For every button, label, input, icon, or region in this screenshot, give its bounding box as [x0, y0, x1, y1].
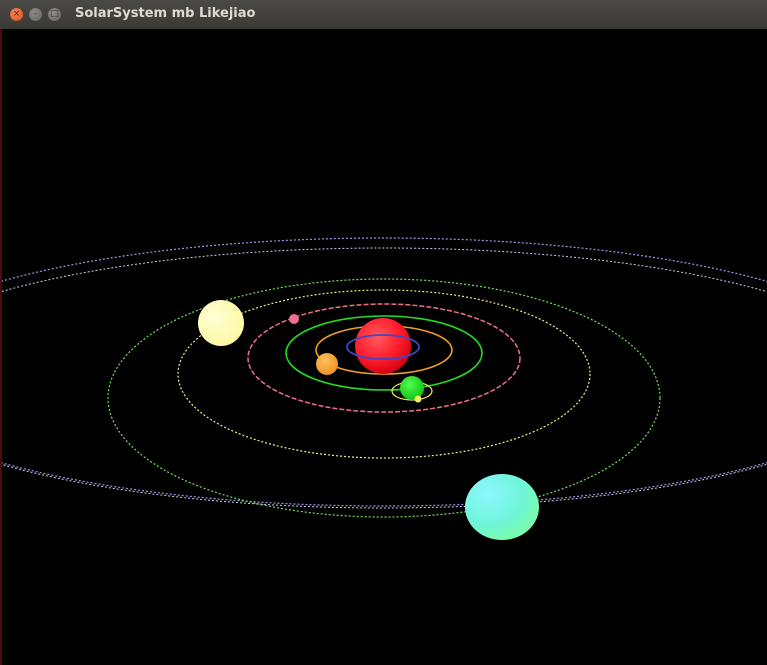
close-window-button[interactable]: × [10, 8, 23, 21]
maximize-window-button[interactable]: □ [48, 8, 61, 21]
planet-pink [289, 314, 299, 324]
sun [355, 318, 411, 374]
planet-cyan [465, 474, 539, 540]
planet-orange [316, 353, 338, 375]
planet-pale-yellow [198, 300, 244, 346]
moon [414, 395, 422, 403]
window-titlebar[interactable]: × – □ SolarSystem mb Likejiao [0, 0, 767, 30]
minimize-window-button[interactable]: – [29, 8, 42, 21]
orbit-outer-pale [2, 247, 767, 509]
window-title: SolarSystem mb Likejiao [75, 6, 256, 21]
orbit-green-dotted [107, 278, 661, 518]
solar-system-scene [2, 237, 767, 540]
opengl-viewport[interactable] [2, 29, 767, 665]
planet-green [400, 376, 424, 400]
